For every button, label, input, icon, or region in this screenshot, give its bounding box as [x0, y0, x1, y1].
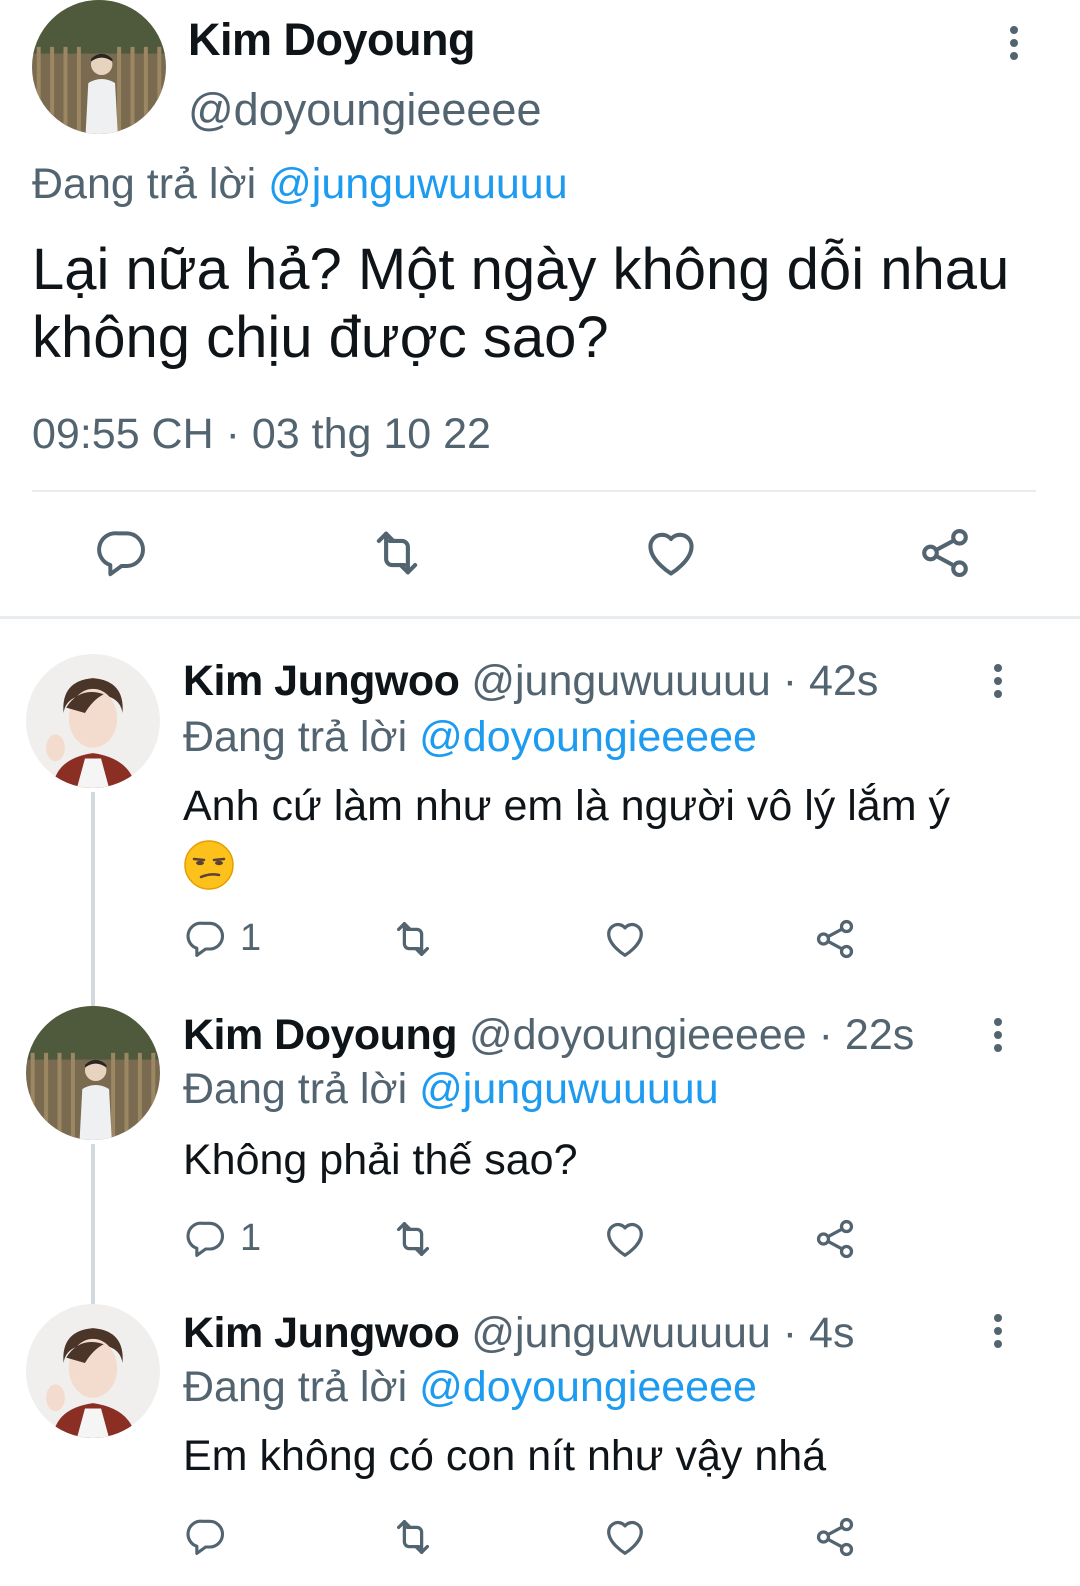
replying-prefix: Đang trả lời [32, 160, 257, 208]
share-icon [812, 916, 858, 962]
replying-prefix: Đang trả lời [183, 713, 408, 761]
reply-icon [184, 916, 228, 960]
section-divider [0, 616, 1080, 619]
more-icon [992, 663, 1004, 699]
replying-mention-link[interactable]: @doyoungieeeee [419, 1363, 757, 1411]
author-handle[interactable]: @doyoungieeeee [469, 1011, 807, 1059]
like-button[interactable] [602, 916, 648, 962]
tweet-actions: 1 [0, 916, 1080, 966]
author-handle[interactable]: @junguwuuuuu [471, 1309, 771, 1357]
like-button[interactable] [602, 1514, 648, 1560]
replying-mention-link[interactable]: @junguwuuuuu [419, 1065, 719, 1113]
tweet-actions [0, 520, 1080, 590]
retweet-icon [368, 524, 426, 582]
retweet-icon [390, 916, 436, 962]
tweet-text: Không phải thế sao? [183, 1136, 578, 1184]
avatar[interactable] [26, 1006, 160, 1140]
more-icon [992, 1017, 1004, 1053]
like-icon [602, 1216, 648, 1262]
reply-button[interactable] [184, 1514, 240, 1558]
tweet-age[interactable]: · 22s [819, 1011, 915, 1059]
tweet-actions: 1 [0, 1216, 1080, 1266]
reply-icon [94, 524, 150, 580]
like-button[interactable] [642, 524, 700, 582]
replying-mention-link[interactable]: @junguwuuuuu [268, 160, 568, 208]
replying-to-line: Đang trả lời @doyoungieeeee [183, 1362, 757, 1412]
reply-button[interactable] [94, 524, 150, 580]
more-options-button[interactable] [994, 18, 1034, 68]
like-icon [602, 916, 648, 962]
main-tweet: Kim Doyoung @doyoungieeeee Đang trả lời … [0, 0, 1080, 620]
reply-icon [184, 1216, 228, 1260]
replying-to-line: Đang trả lời @junguwuuuuu [32, 160, 568, 209]
replying-to-line: Đang trả lời @junguwuuuuu [183, 1064, 719, 1114]
share-icon [916, 524, 974, 582]
reply-button[interactable]: 1 [184, 916, 261, 960]
reply-header: Kim Jungwoo @junguwuuuuu · 4s [183, 1308, 854, 1358]
avatar-image [26, 654, 160, 788]
share-button[interactable] [812, 916, 858, 962]
more-icon [992, 1313, 1004, 1349]
reply-icon [184, 1514, 228, 1558]
more-icon [1008, 25, 1020, 61]
like-icon [642, 524, 700, 582]
reply-header: Kim Doyoung @doyoungieeeee · 22s [183, 1010, 914, 1060]
avatar[interactable] [32, 0, 166, 134]
reply-count: 1 [240, 1216, 262, 1259]
author-name[interactable]: Kim Jungwoo [183, 657, 460, 705]
tweet-age[interactable]: · 4s [783, 1309, 855, 1357]
reply-button[interactable]: 1 [184, 1216, 261, 1260]
avatar[interactable] [26, 654, 160, 788]
share-icon [812, 1216, 858, 1262]
share-button[interactable] [916, 524, 974, 582]
reply-header: Kim Jungwoo @junguwuuuuu · 42s [183, 656, 878, 706]
retweet-button[interactable] [390, 916, 436, 962]
author-handle[interactable]: @doyoungieeeee [188, 84, 541, 136]
tweet-age[interactable]: · 42s [783, 657, 879, 705]
like-icon [602, 1514, 648, 1560]
divider [32, 490, 1036, 492]
reply-tweet[interactable]: Kim Jungwoo @junguwuuuuu · 4s Đang trả l… [0, 1304, 1080, 1586]
retweet-button[interactable] [368, 524, 426, 582]
reply-count: 1 [240, 916, 262, 959]
retweet-button[interactable] [390, 1514, 436, 1560]
replying-prefix: Đang trả lời [183, 1065, 408, 1113]
author-name[interactable]: Kim Doyoung [183, 1011, 457, 1059]
retweet-icon [390, 1216, 436, 1262]
retweet-icon [390, 1514, 436, 1560]
unamused-face-icon [184, 839, 234, 890]
avatar-image [26, 1006, 160, 1140]
retweet-button[interactable] [390, 1216, 436, 1262]
more-options-button[interactable] [978, 1306, 1018, 1356]
share-button[interactable] [812, 1514, 858, 1560]
avatar-image [32, 0, 166, 134]
tweet-actions [0, 1514, 1080, 1564]
more-options-button[interactable] [978, 1010, 1018, 1060]
share-icon [812, 1514, 858, 1560]
tweet-text-body: Anh cứ làm như em là người vô lý lắm ý [183, 782, 950, 830]
avatar[interactable] [26, 1304, 160, 1438]
share-button[interactable] [812, 1216, 858, 1262]
tweet-text: Anh cứ làm như em là người vô lý lắm ý [183, 778, 1023, 891]
replying-prefix: Đang trả lời [183, 1363, 408, 1411]
author-handle[interactable]: @junguwuuuuu [471, 657, 771, 705]
reply-tweet[interactable]: Kim Doyoung @doyoungieeeee · 22s Đang tr… [0, 1006, 1080, 1296]
tweet-text: Em không có con nít như vậy nhá [183, 1432, 827, 1480]
tweet-text: Lại nữa hả? Một ngày không dỗi nhau khôn… [32, 237, 1010, 370]
author-name[interactable]: Kim Jungwoo [183, 1309, 460, 1357]
like-button[interactable] [602, 1216, 648, 1262]
replying-to-line: Đang trả lời @doyoungieeeee [183, 712, 757, 762]
author-name[interactable]: Kim Doyoung [188, 14, 475, 66]
avatar-image [26, 1304, 160, 1438]
more-options-button[interactable] [978, 656, 1018, 706]
replying-mention-link[interactable]: @doyoungieeeee [419, 713, 757, 761]
tweet-timestamp[interactable]: 09:55 CH · 03 thg 10 22 [32, 410, 491, 459]
reply-tweet[interactable]: Kim Jungwoo @junguwuuuuu · 42s Đang trả … [0, 652, 1080, 992]
